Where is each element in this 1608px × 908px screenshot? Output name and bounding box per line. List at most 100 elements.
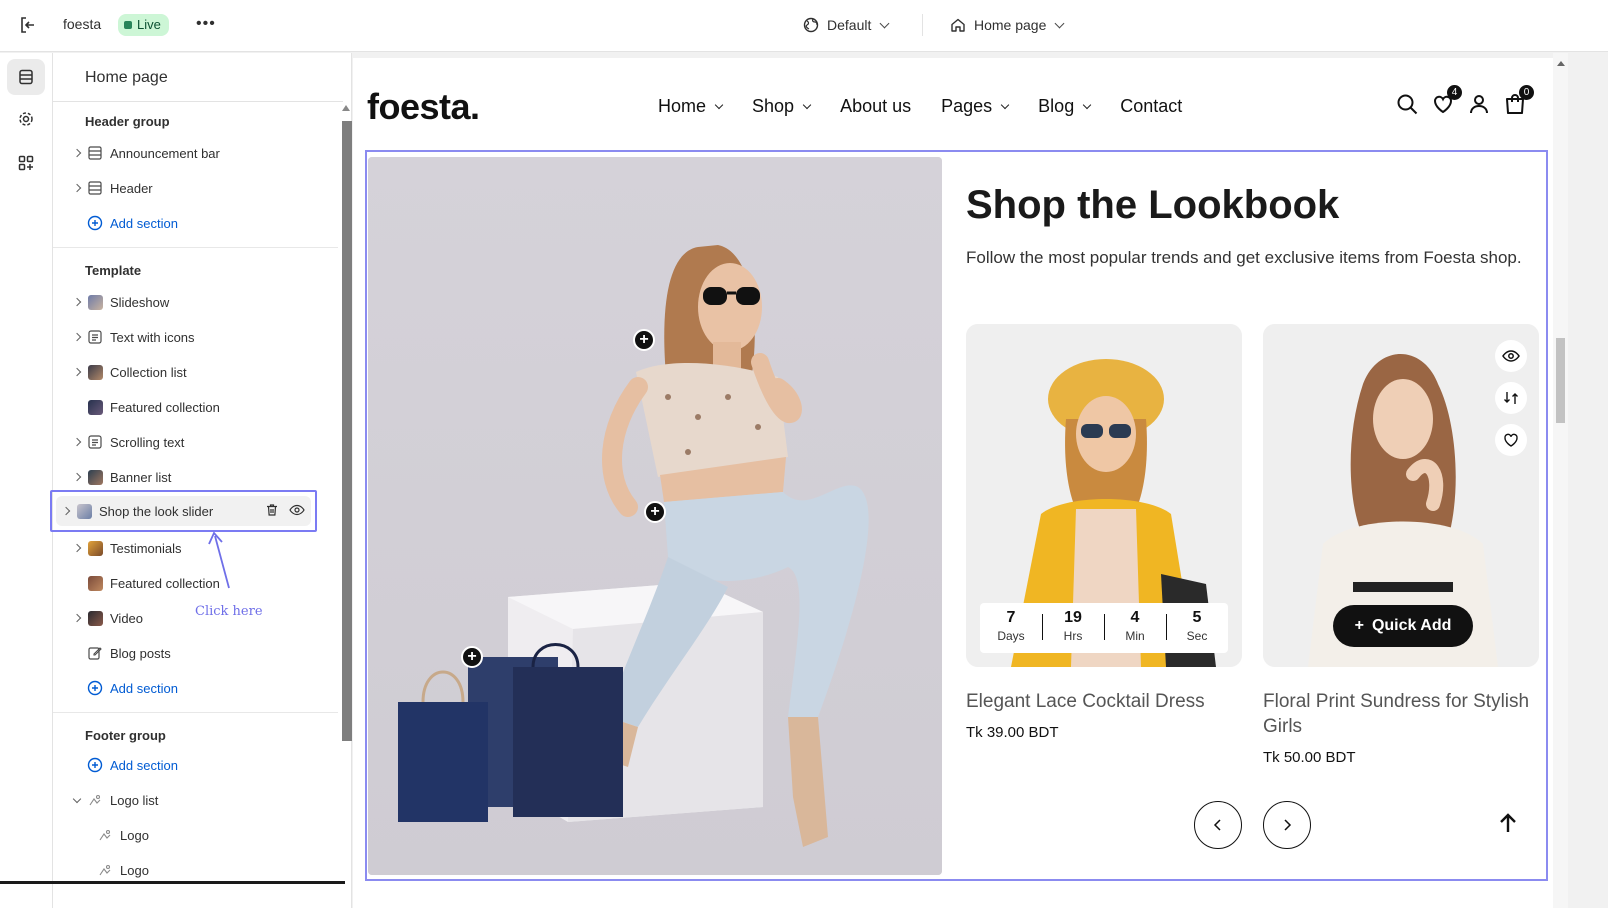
quick-add-label: Quick Add (1371, 617, 1452, 634)
chevron-right-icon[interactable] (67, 297, 87, 307)
scroll-up-icon[interactable] (342, 105, 350, 111)
more-actions-button[interactable]: ••• (196, 14, 218, 36)
section-row-featured-collection-2[interactable]: Featured collection (67, 568, 329, 598)
theme-style-select[interactable]: Default (803, 14, 890, 36)
section-thumbnail (87, 610, 103, 626)
chevron-down-icon (1000, 100, 1010, 109)
section-row-collection-list[interactable]: Collection list (67, 357, 329, 387)
section-row-label: Banner list (110, 469, 172, 485)
wishlist-heart-icon[interactable]: 4 (1431, 85, 1462, 116)
eye-icon[interactable] (289, 503, 305, 520)
editor-icon-rail (0, 53, 53, 908)
chevron-right-icon[interactable] (67, 472, 87, 482)
chevron-right-icon[interactable] (67, 183, 87, 193)
product-title[interactable]: Floral Print Sundress for Stylish Girls (1263, 689, 1539, 739)
nav-label: Home (658, 96, 707, 116)
chevron-right-icon[interactable] (67, 437, 87, 447)
search-icon[interactable] (1395, 92, 1419, 116)
product-image[interactable]: 7 Days 19 Hrs 4 Min 5 Sec (966, 324, 1242, 667)
wishlist-heart-icon[interactable] (1495, 424, 1527, 456)
preview-scrollbar[interactable] (1553, 53, 1568, 908)
site-logo[interactable]: foesta. (367, 86, 480, 128)
product-image[interactable]: + Quick Add (1263, 324, 1539, 667)
block-row-label: Logo (120, 862, 149, 878)
section-row-featured-collection[interactable]: Featured collection (67, 392, 329, 422)
theme-settings-tab[interactable] (7, 101, 45, 137)
panel-title: Home page (85, 69, 168, 86)
section-row-shop-the-look-slider[interactable]: Shop the look slider (50, 490, 317, 532)
quick-add-button[interactable]: + Quick Add (1333, 605, 1473, 647)
status-badge: Live (118, 14, 169, 36)
panel-scroll-thumb[interactable] (342, 121, 352, 741)
chevron-right-icon[interactable] (56, 506, 76, 516)
nav-item-home[interactable]: Home (658, 96, 724, 117)
sections-tab[interactable] (7, 59, 45, 95)
hotspot-button[interactable]: + (461, 646, 483, 668)
chevron-down-icon (714, 100, 724, 109)
section-row-banner-list[interactable]: Banner list (67, 462, 329, 492)
chevron-right-icon[interactable] (67, 613, 87, 623)
add-section-label: Add section (110, 215, 178, 231)
section-row-testimonials[interactable]: Testimonials (67, 533, 329, 563)
product-title[interactable]: Elegant Lace Cocktail Dress (966, 689, 1242, 714)
slider-next-button[interactable] (1263, 801, 1311, 849)
nav-label: Pages (941, 96, 993, 116)
chevron-right-icon[interactable] (67, 367, 87, 377)
block-row-logo[interactable]: Logo (97, 820, 359, 850)
nav-item-about[interactable]: About us (840, 96, 911, 117)
exit-icon[interactable] (18, 15, 38, 35)
countdown-value: 4 (1130, 609, 1140, 626)
nav-item-shop[interactable]: Shop (752, 96, 812, 117)
back-to-top-button[interactable] (1496, 811, 1520, 835)
nav-label: Blog (1038, 96, 1075, 116)
header-group-title: Header group (85, 114, 170, 129)
preview-scroll-thumb[interactable] (1556, 338, 1565, 423)
chevron-down-icon (1054, 18, 1065, 28)
section-row-label: Text with icons (110, 329, 195, 345)
sections-panel: Home page Header group Announcement bar … (50, 53, 352, 908)
apps-tab[interactable] (7, 145, 45, 181)
chevron-left-icon (1213, 819, 1221, 831)
product-card[interactable]: + Quick Add Floral Print Sundress for Sty… (1263, 324, 1539, 766)
section-row-text-with-icons[interactable]: Text with icons (67, 322, 329, 352)
section-thumbnail (87, 294, 103, 310)
arrow-up-icon (1500, 813, 1516, 832)
section-row-blog-posts[interactable]: Blog posts (67, 638, 329, 668)
text-block-icon (87, 434, 103, 450)
quick-view-eye-icon[interactable] (1495, 340, 1527, 372)
nav-item-contact[interactable]: Contact (1120, 96, 1182, 117)
chevron-right-icon[interactable] (67, 148, 87, 158)
nav-item-blog[interactable]: Blog (1038, 96, 1092, 117)
section-thumbnail (87, 399, 103, 415)
section-row-slideshow[interactable]: Slideshow (67, 287, 329, 317)
add-section-button[interactable]: Add section (67, 673, 329, 703)
section-row-label: Scrolling text (110, 434, 185, 450)
add-section-button[interactable]: Add section (67, 750, 329, 780)
chevron-down-icon[interactable] (67, 794, 87, 803)
add-section-button[interactable]: Add section (67, 208, 329, 238)
group-divider (53, 712, 338, 713)
section-row-scrolling-text[interactable]: Scrolling text (67, 427, 329, 457)
slider-prev-button[interactable] (1194, 801, 1242, 849)
hotspot-button[interactable]: + (633, 329, 655, 351)
scroll-up-icon[interactable] (1557, 61, 1565, 66)
compare-icon[interactable] (1495, 382, 1527, 414)
hotspot-button[interactable]: + (644, 501, 666, 523)
section-row-header[interactable]: Header (67, 173, 329, 203)
product-card[interactable]: 7 Days 19 Hrs 4 Min 5 Sec Elegant Lace Cockt… (966, 324, 1242, 741)
account-user-icon[interactable] (1467, 92, 1491, 116)
panel-scrollbar[interactable] (340, 103, 352, 793)
nav-item-pages[interactable]: Pages (941, 96, 1010, 117)
section-row-logo-list[interactable]: Logo list (67, 785, 329, 815)
chevron-right-icon[interactable] (67, 543, 87, 553)
section-row-announcement-bar[interactable]: Announcement bar (67, 138, 329, 168)
chevron-right-icon[interactable] (67, 332, 87, 342)
trash-icon[interactable] (265, 503, 279, 520)
section-layout-icon (87, 180, 103, 196)
nav-label: About us (840, 96, 912, 116)
section-row-label: Featured collection (110, 399, 220, 415)
cart-bag-icon[interactable]: 0 (1503, 85, 1534, 116)
group-divider (53, 247, 338, 248)
page-select[interactable]: Home page (950, 14, 1065, 36)
main-nav: Home Shop About us Pages Blog Contact (658, 96, 1182, 117)
